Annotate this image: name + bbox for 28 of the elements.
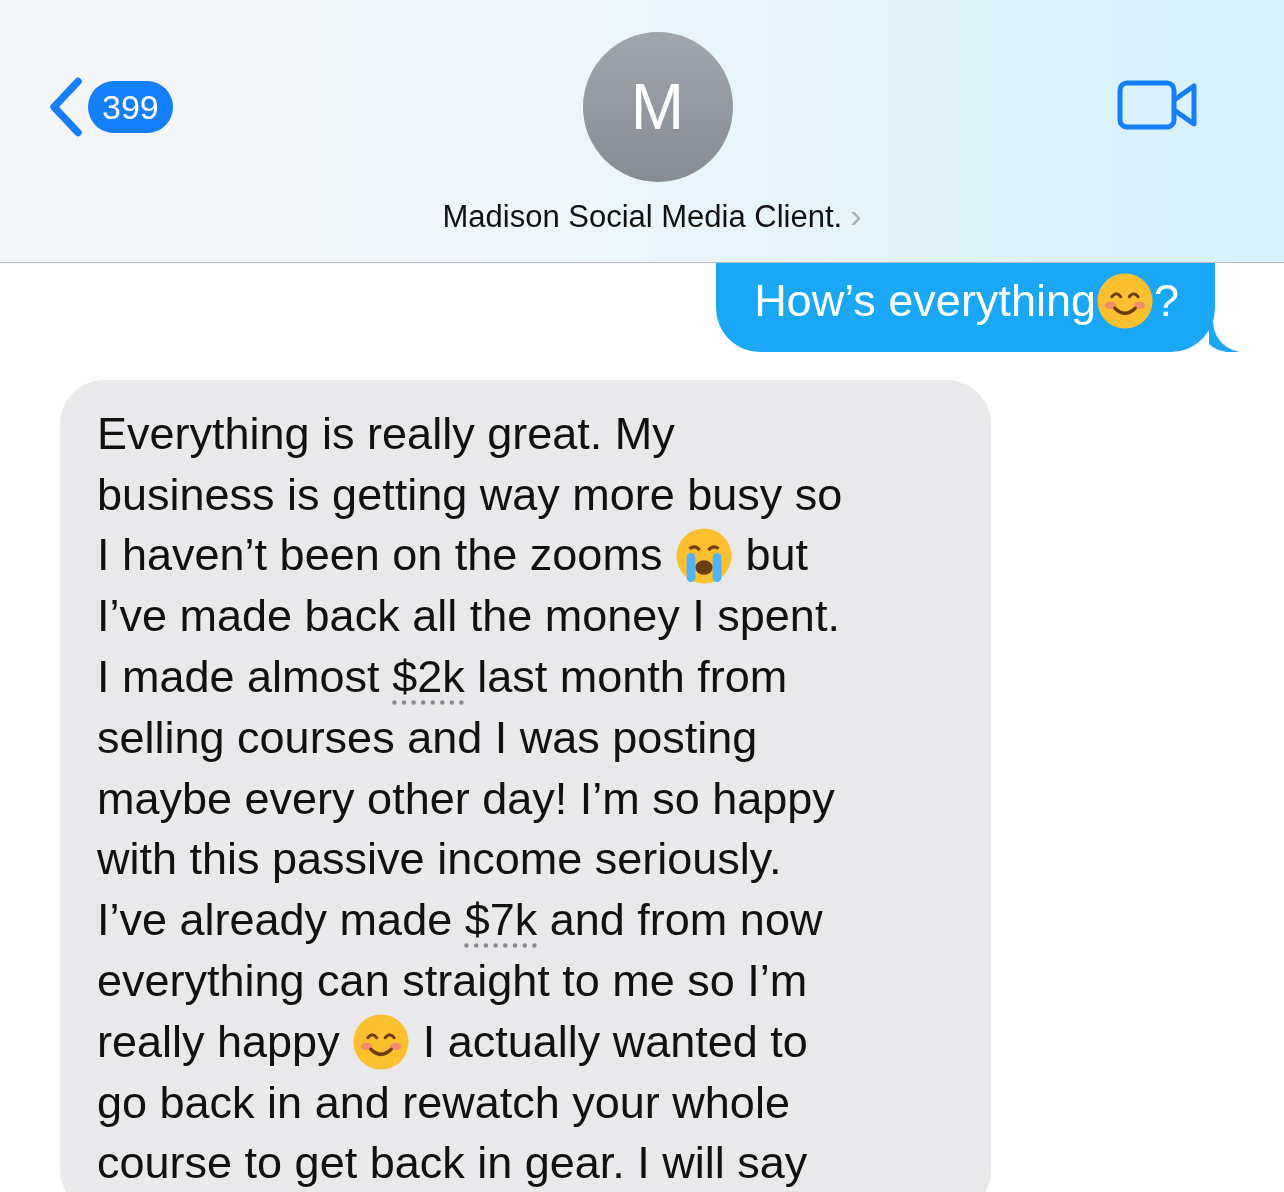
message-text: business is getting way more busy so [97, 467, 843, 522]
message-text: last month from [476, 650, 788, 704]
message-text: selling courses and I was posting [97, 710, 758, 765]
back-icon[interactable] [48, 77, 84, 137]
message-text: go back in and rewatch your whole [97, 1075, 790, 1130]
crying-face-icon [674, 526, 733, 585]
message-text: How’s everything [754, 274, 1096, 328]
smiling-face-icon [352, 1013, 411, 1072]
amount-link[interactable]: $2k [392, 647, 465, 708]
smiling-face-icon [1095, 272, 1154, 331]
message-text: course to get back in gear. I will say [97, 1136, 808, 1191]
message-text: maybe every other day! I’m so happy [97, 771, 835, 826]
message-text: I actually wanted to [421, 1014, 808, 1069]
message-text: really happy [97, 1014, 341, 1069]
message-text: I haven’t been on the zooms [97, 528, 664, 583]
amount-link[interactable]: $7k [464, 890, 538, 951]
message-text: with this passive income seriously. [97, 832, 782, 887]
message-text: Everything is really great. My [97, 406, 675, 461]
message-text: everything can straight to me so I’m [97, 953, 808, 1008]
unread-count-badge[interactable]: 399 [88, 81, 173, 133]
message-text: ? [1153, 274, 1179, 328]
message-text: I’ve made back all the money I spent. [97, 589, 840, 644]
message-text: but [744, 528, 808, 583]
contact-name[interactable]: Madison Social Media Client. [442, 199, 843, 235]
video-call-icon[interactable] [1117, 79, 1199, 130]
message-text: I’ve already made [97, 893, 454, 948]
message-text: and from now [548, 893, 823, 948]
message-text: I made almost [97, 650, 381, 704]
